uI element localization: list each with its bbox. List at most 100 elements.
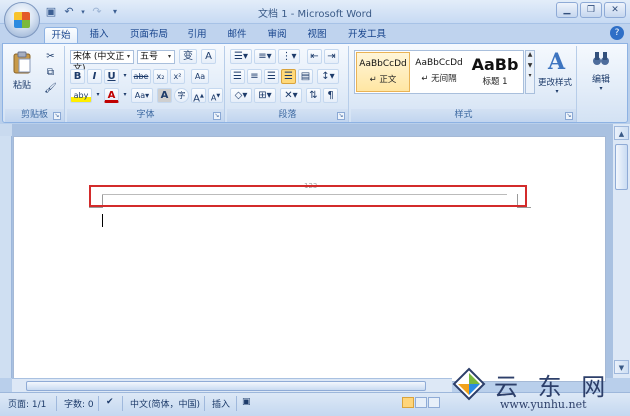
styles-gallery-scroll[interactable]: ▲ ▼ ▾ (525, 50, 535, 94)
align-center-icon[interactable]: ≡ (247, 69, 262, 84)
chevron-up-icon[interactable]: ▲ (526, 51, 534, 58)
italic-button[interactable]: I (87, 69, 102, 84)
tab-references[interactable]: 引用 (180, 27, 214, 44)
font-size-combo[interactable]: 五号 ▾ (137, 50, 175, 64)
status-divider (56, 396, 57, 411)
web-layout-icon[interactable] (428, 397, 440, 408)
ribbon-tabs: 开始 插入 页面布局 引用 邮件 审阅 视图 开发工具 ? (0, 24, 630, 44)
enclose-char-icon[interactable]: 字 (174, 88, 189, 103)
font-launcher-icon[interactable]: ↘ (213, 112, 221, 120)
align-left-icon[interactable]: ☰ (230, 69, 245, 84)
editing-button[interactable]: 编辑 ▾ (585, 48, 617, 96)
highlight-box (89, 185, 527, 207)
vertical-scrollbar[interactable]: ▲ ▼ (612, 124, 630, 378)
office-button[interactable] (4, 2, 40, 38)
font-size-value: 五号 (140, 52, 159, 62)
minimize-button[interactable]: ▁ (556, 2, 578, 18)
print-layout-icon[interactable] (402, 397, 414, 408)
tab-view[interactable]: 视图 (300, 27, 334, 44)
close-button[interactable]: ✕ (604, 2, 626, 18)
restore-button[interactable]: ❐ (580, 2, 602, 18)
change-case-button[interactable]: Aa (191, 69, 209, 84)
clipboard-icon (13, 51, 31, 74)
styles-launcher-icon[interactable]: ↘ (565, 112, 573, 120)
chevron-down-icon[interactable]: ▾ (121, 88, 129, 103)
tab-developer[interactable]: 开发工具 (342, 27, 392, 44)
chevron-down-icon[interactable]: ▼ (526, 62, 534, 69)
highlight-button[interactable]: aby (70, 88, 92, 103)
full-screen-reading-icon[interactable] (415, 397, 427, 408)
chevron-down-icon: ▾ (599, 85, 603, 92)
macro-record-icon[interactable]: ▣ (242, 397, 251, 407)
distributed-icon[interactable]: ▤ (298, 69, 313, 84)
decrease-indent-icon[interactable]: ⇤ (307, 49, 322, 64)
char-shading-button[interactable]: A (157, 88, 172, 103)
document-page[interactable]: 123 (13, 136, 606, 382)
show-marks-icon[interactable]: ¶ (323, 88, 338, 103)
bullets-button[interactable]: ☰▾ (230, 49, 252, 64)
paste-button[interactable]: 粘贴 (9, 50, 35, 92)
chevron-down-icon: ▾ (167, 53, 171, 60)
insert-mode[interactable]: 插入 (212, 397, 230, 410)
more-icon[interactable]: ▾ (526, 72, 534, 79)
tab-insert[interactable]: 插入 (82, 27, 116, 44)
underline-button[interactable]: U (104, 69, 119, 84)
word-count[interactable]: 字数: 0 (64, 397, 94, 410)
title-bar: ▣ ↶ ▾ ↷ ▾ 文档 1 - Microsoft Word ▁ ❐ ✕ (0, 0, 630, 24)
shading-button[interactable]: ◇▾ (230, 88, 252, 103)
style-heading-1[interactable]: AaBb 标题 1 (468, 52, 522, 92)
horizontal-scrollbar[interactable] (12, 378, 452, 392)
language-indicator[interactable]: 中文(简体，中国) (130, 397, 200, 410)
numbering-button[interactable]: ≡▾ (254, 49, 276, 64)
help-icon[interactable]: ? (610, 26, 624, 40)
tab-home[interactable]: 开始 (44, 27, 78, 44)
scroll-up-icon[interactable]: ▲ (614, 126, 629, 140)
style-name: ↵ 正文 (369, 75, 397, 85)
binoculars-icon (593, 52, 609, 65)
chevron-down-icon[interactable]: ▾ (121, 69, 129, 84)
line-spacing-button[interactable]: ↕▾ (317, 69, 339, 84)
style-no-spacing[interactable]: AaBbCcDd ↵ 无间隔 (412, 52, 466, 92)
svg-text:A: A (547, 49, 566, 73)
font-color-button[interactable]: A (104, 88, 119, 103)
tab-page-layout[interactable]: 页面布局 (124, 27, 174, 44)
align-right-icon[interactable]: ☰ (264, 69, 279, 84)
chinese-layout-button[interactable]: ✕▾ (280, 88, 302, 103)
superscript-button[interactable]: x² (170, 69, 185, 84)
sort-icon[interactable]: ⇅ (306, 88, 321, 103)
borders-button[interactable]: ⊞▾ (254, 88, 276, 103)
window-title: 文档 1 - Microsoft Word (258, 9, 372, 20)
change-styles-button[interactable]: A 更改样式 ▾ (538, 48, 575, 96)
chevron-down-icon[interactable]: ▾ (94, 88, 102, 103)
multilevel-list-button[interactable]: ⋮▾ (278, 49, 300, 64)
justify-icon[interactable]: ☰ (281, 69, 296, 84)
paragraph-group-label: 段落 (227, 109, 348, 122)
clear-format-icon[interactable]: A (201, 49, 216, 64)
cut-icon[interactable]: ✂ (43, 50, 58, 65)
tab-review[interactable]: 审阅 (260, 27, 294, 44)
hscroll-thumb[interactable] (26, 381, 426, 391)
ruler-toggle[interactable] (0, 124, 12, 136)
phonetic-guide-icon[interactable]: 变 (179, 49, 197, 64)
bold-button[interactable]: B (70, 69, 85, 84)
style-normal[interactable]: AaBbCcDd ↵ 正文 (356, 52, 410, 92)
copy-icon[interactable]: ⧉ (43, 66, 58, 81)
status-divider (204, 396, 205, 411)
tab-mailings[interactable]: 邮件 (220, 27, 254, 44)
watermark-logo-icon (452, 367, 486, 401)
font-name-combo[interactable]: 宋体 (中文正文)▾ (70, 50, 134, 74)
font-size-menu-button[interactable]: Aa▾ (131, 88, 153, 103)
shrink-font-button[interactable]: A▼ (208, 88, 223, 103)
style-name: 标题 1 (482, 77, 508, 87)
increase-indent-icon[interactable]: ⇥ (324, 49, 339, 64)
strikethrough-button[interactable]: abe (131, 69, 151, 84)
change-styles-icon: A (547, 49, 566, 75)
page-count[interactable]: 页面: 1/1 (8, 397, 46, 410)
format-painter-icon[interactable]: 🖌 (43, 82, 58, 97)
proofing-icon[interactable]: ✔ (106, 397, 114, 407)
paragraph-launcher-icon[interactable]: ↘ (337, 112, 345, 120)
grow-font-button[interactable]: A▲ (191, 88, 206, 104)
subscript-button[interactable]: x₂ (153, 69, 168, 84)
clipboard-launcher-icon[interactable]: ↘ (53, 112, 61, 120)
scroll-thumb[interactable] (615, 144, 628, 190)
